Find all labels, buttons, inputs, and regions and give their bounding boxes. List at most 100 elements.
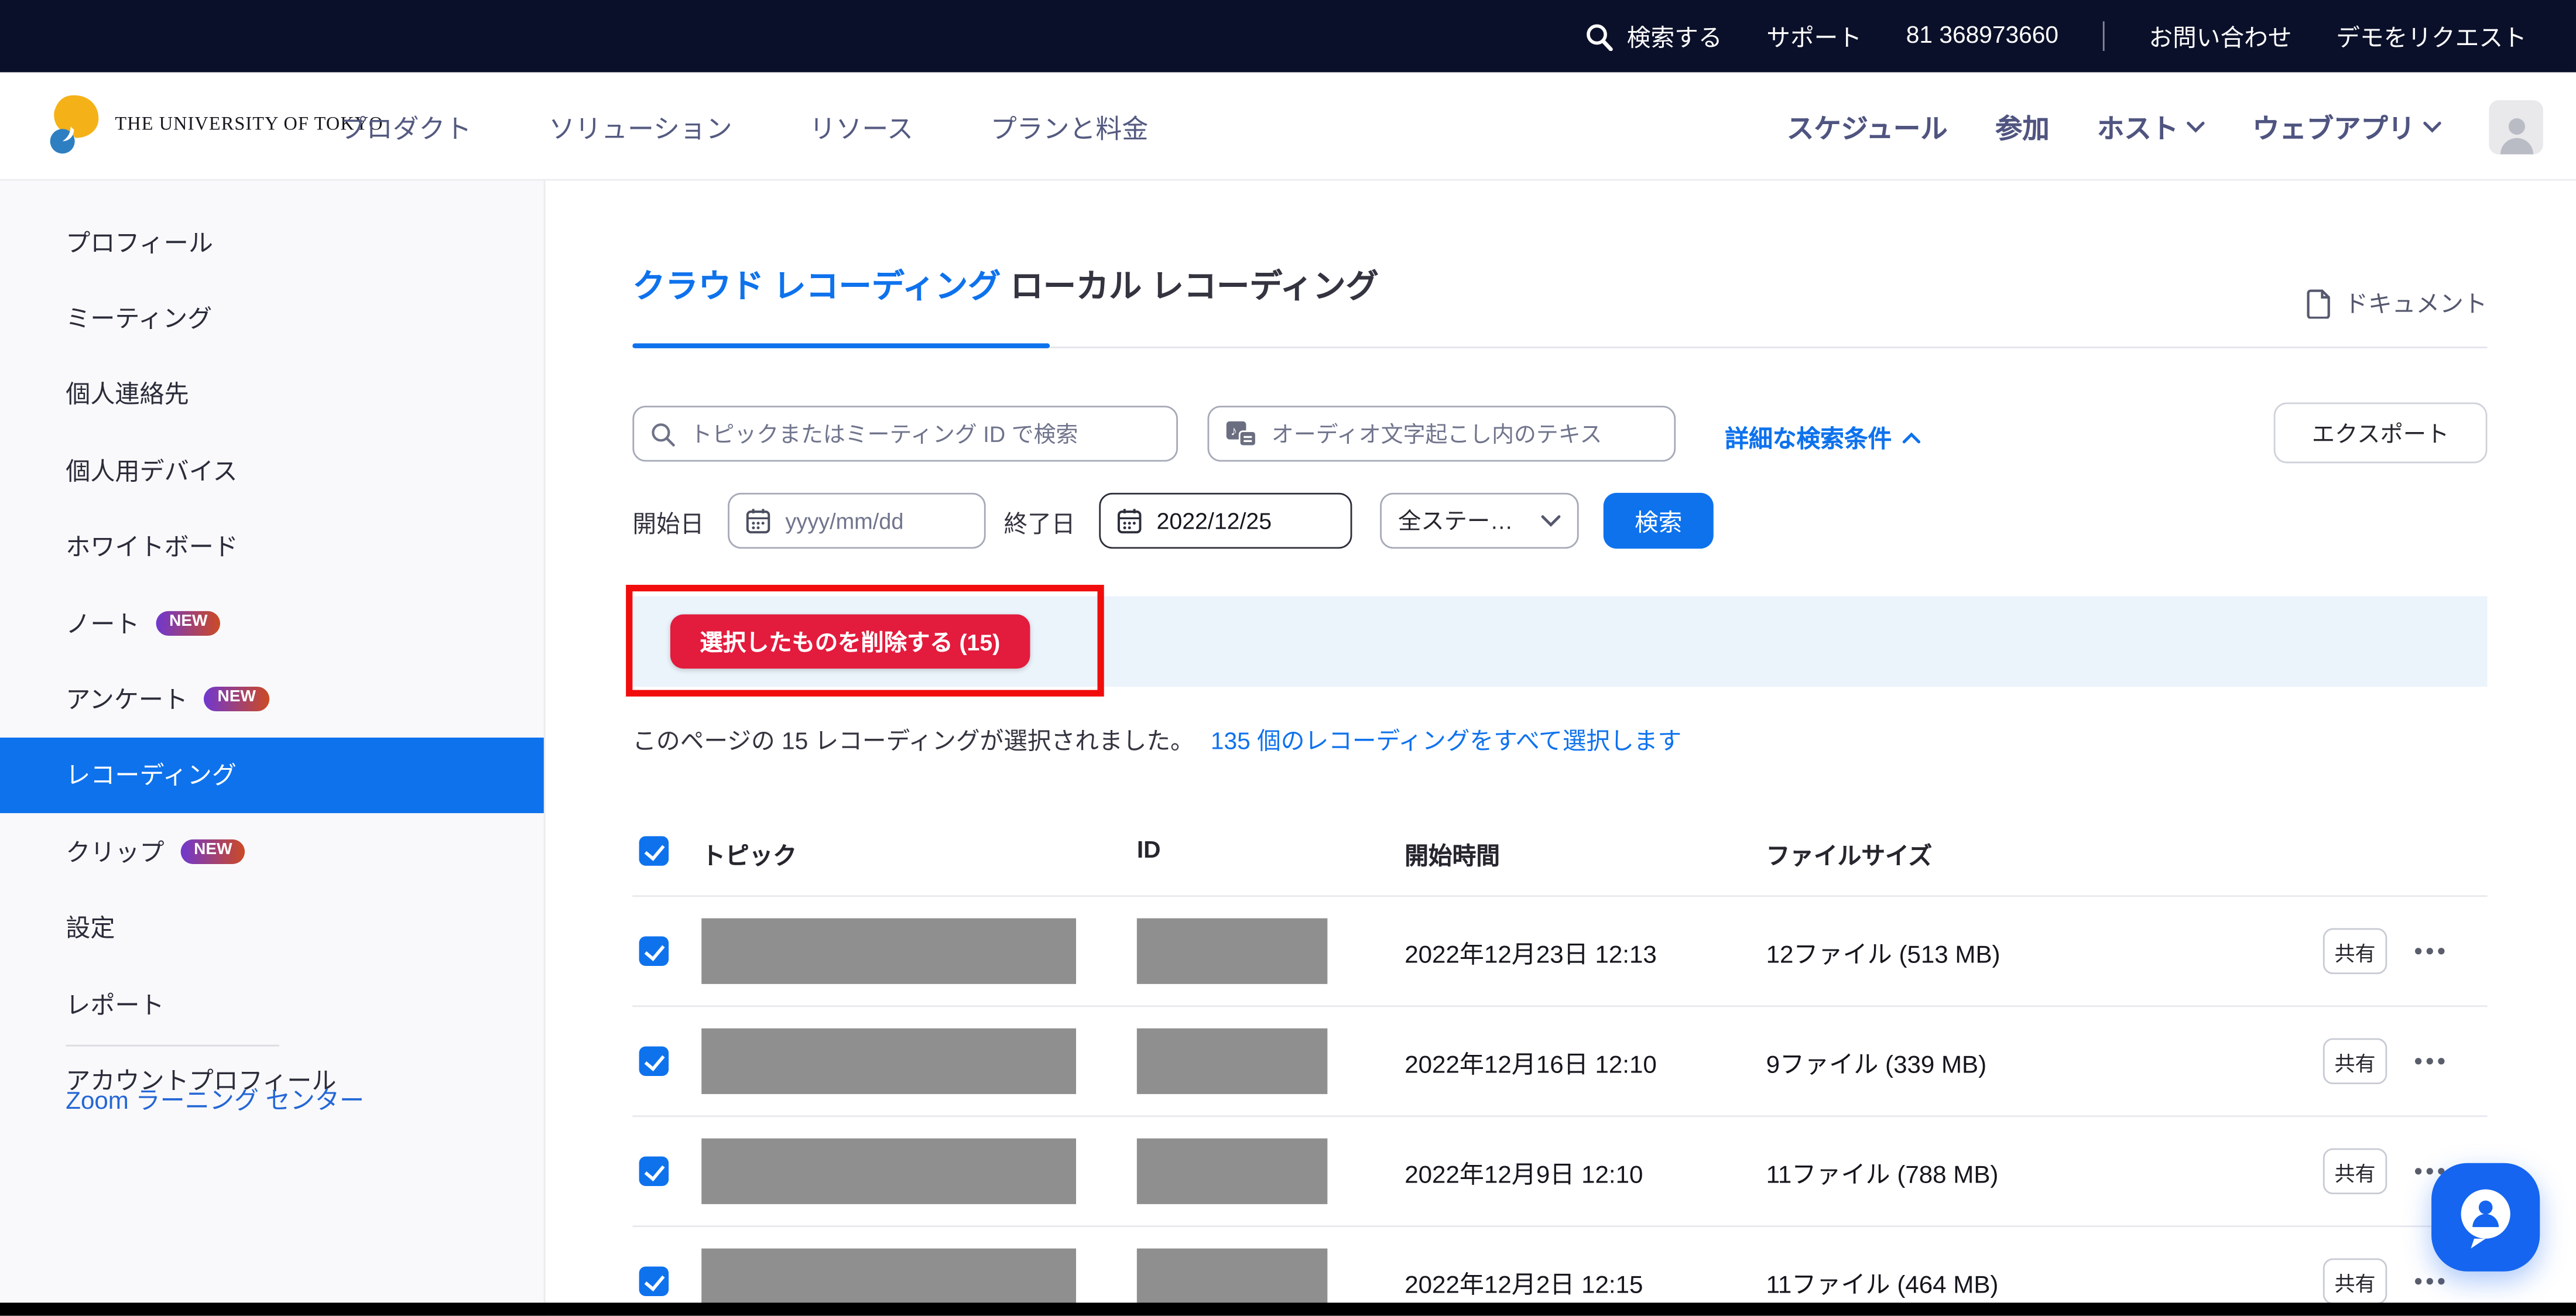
more-icon[interactable] [2415, 948, 2421, 954]
redacted-id [1137, 919, 1328, 984]
start-date-box [728, 493, 986, 549]
sidebar: プロフィール ミーティング 個人連絡先 個人用デバイス [0, 181, 546, 1316]
avatar-icon [2495, 111, 2537, 153]
new-badge: NEW [181, 839, 245, 863]
sidebar-item[interactable]: ホワイトボード [0, 509, 544, 585]
contact-link[interactable]: お問い合わせ [2149, 19, 2291, 53]
export-button[interactable]: エクスポート [2274, 402, 2488, 463]
tab-cloud-recordings[interactable]: クラウド レコーディング [632, 259, 1001, 307]
nav-menu-item[interactable]: ソリューション [549, 107, 732, 146]
sidebar-item-label: ノート [66, 605, 139, 640]
svg-text:♪: ♪ [1231, 424, 1237, 438]
sidebar-item[interactable]: 設定 [0, 890, 544, 966]
share-button[interactable]: 共有 [2323, 1258, 2387, 1304]
sidebar-items: プロフィール ミーティング 個人連絡先 個人用デバイス [0, 204, 544, 1118]
sidebar-divider [66, 1045, 279, 1047]
start-date-label: 開始日 [632, 506, 704, 540]
nav-menu-item[interactable]: プロダクト [340, 107, 472, 146]
sidebar-item[interactable]: 個人用デバイス [0, 432, 544, 508]
column-start-time: 開始時間 [1405, 838, 1500, 872]
learning-center-link[interactable]: Zoom ラーニング センター [66, 1082, 364, 1117]
sidebar-item-label: アンケート [66, 682, 188, 717]
share-button[interactable]: 共有 [2323, 1148, 2387, 1194]
row-checkbox[interactable] [639, 1046, 669, 1076]
row-start-time: 2022年12月9日 12:10 [1405, 1157, 1643, 1191]
calendar-icon [1117, 508, 1142, 534]
calendar-icon [746, 508, 770, 534]
host-menu[interactable]: ホスト [2097, 107, 2205, 146]
redacted-topic [701, 919, 1076, 984]
zoom-web-portal: 検索する サポート 81 368973660 お問い合わせ デモをリクエスト T… [0, 0, 2576, 1316]
logo-icon [44, 92, 104, 157]
caret-up-icon [1902, 432, 1920, 444]
redacted-topic [701, 1139, 1076, 1204]
table-header: トピック ID 開始時間 ファイルサイズ [632, 830, 2487, 895]
sidebar-item[interactable]: アンケート NEW [0, 661, 544, 737]
webapp-menu[interactable]: ウェブアプリ [2252, 107, 2441, 146]
row-checkbox[interactable] [639, 1267, 669, 1297]
phone-number[interactable]: 81 368973660 [1906, 23, 2058, 49]
selection-summary: このページの 15 レコーディングが選択されました。 135 個のレコーディング… [632, 723, 1681, 758]
more-icon[interactable] [2415, 1278, 2421, 1284]
support-link[interactable]: サポート [1766, 19, 1862, 53]
more-icon[interactable] [2415, 1168, 2421, 1174]
row-file-size: 12ファイル (513 MB) [1766, 936, 2000, 971]
row-start-time: 2022年12月23日 12:13 [1405, 936, 1657, 971]
documentation-link[interactable]: ドキュメント [2307, 286, 2488, 320]
share-button[interactable]: 共有 [2323, 928, 2387, 974]
end-date-label: 終了日 [1004, 506, 1075, 540]
select-all-checkbox[interactable] [639, 836, 669, 866]
column-id: ID [1137, 838, 1161, 864]
nav-menu-item[interactable]: リソース [810, 107, 913, 146]
topic-search-box [632, 406, 1178, 461]
sidebar-item-label: レポート [66, 986, 164, 1021]
advanced-search-toggle[interactable]: 詳細な検索条件 [1725, 420, 1920, 455]
sidebar-item[interactable]: レポート [0, 966, 544, 1042]
sidebar-item[interactable]: プロフィール [0, 204, 544, 280]
user-avatar[interactable] [2489, 100, 2543, 154]
more-icon[interactable] [2415, 1058, 2421, 1064]
end-date-box [1099, 493, 1352, 549]
select-all-link[interactable]: 135 個のレコーディングをすべて選択します [1211, 729, 1681, 756]
request-demo-link[interactable]: デモをリクエスト [2336, 19, 2527, 53]
table-row: 2022年12月23日 12:13 12ファイル (513 MB) 共有 [632, 895, 2487, 1005]
search-icon [1586, 22, 1614, 50]
sidebar-item[interactable]: ミーティング [0, 280, 544, 356]
delete-selected-button[interactable]: 選択したものを削除する (15) [670, 614, 1030, 669]
row-checkbox[interactable] [639, 1157, 669, 1187]
nav-menu-item[interactable]: プランと料金 [991, 107, 1148, 146]
share-button[interactable]: 共有 [2323, 1038, 2387, 1084]
tab-local-recordings[interactable]: ローカル レコーディング [1010, 259, 1379, 307]
sidebar-item[interactable]: クリップ NEW [0, 813, 544, 889]
transcript-icon: ♪ [1225, 420, 1256, 447]
new-badge: NEW [204, 687, 269, 711]
row-file-size: 11ファイル (788 MB) [1766, 1157, 1999, 1191]
row-start-time: 2022年12月2日 12:15 [1405, 1267, 1643, 1301]
contact-icon [2453, 1183, 2519, 1252]
sidebar-item[interactable]: 個人連絡先 [0, 356, 544, 432]
status-select[interactable]: 全ステー… [1380, 493, 1579, 549]
sidebar-item-label: ミーティング [66, 301, 212, 335]
redacted-topic [701, 1029, 1076, 1094]
university-logo[interactable]: THE UNIVERSITY OF TOKYO [44, 92, 383, 157]
transcript-search-box: ♪ [1207, 406, 1676, 461]
sidebar-item-label: 設定 [66, 910, 115, 945]
topic-search-input[interactable] [687, 420, 1160, 448]
sidebar-item-label: 個人用デバイス [66, 453, 237, 488]
start-date-input[interactable] [782, 507, 968, 535]
contact-widget-button[interactable] [2431, 1163, 2540, 1272]
sidebar-item[interactable]: レコーディング [0, 737, 544, 813]
sidebar-item[interactable]: ノート NEW [0, 585, 544, 661]
schedule-link[interactable]: スケジュール [1787, 107, 1948, 146]
document-icon [2307, 288, 2331, 318]
global-search-link[interactable]: 検索する [1586, 19, 1722, 53]
nav-actions: スケジュール 参加 ホスト ウェブアプリ [1787, 72, 2543, 180]
row-file-size: 11ファイル (464 MB) [1766, 1267, 1999, 1301]
join-link[interactable]: 参加 [1995, 107, 2050, 146]
recordings-page: クラウド レコーディング ローカル レコーディング ドキュメント ♪ 詳細な検索… [546, 181, 2576, 1316]
end-date-input[interactable] [1153, 506, 1334, 536]
row-checkbox[interactable] [639, 936, 669, 966]
bottom-edge [0, 1303, 2576, 1315]
search-button[interactable]: 検索 [1604, 493, 1714, 549]
transcript-search-input[interactable] [1268, 420, 1657, 448]
